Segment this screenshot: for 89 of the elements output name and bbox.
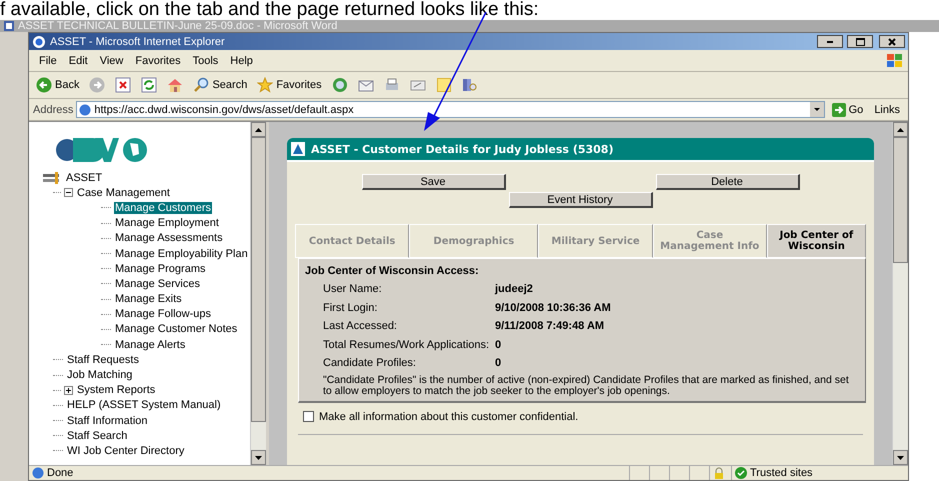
status-text: Done: [47, 467, 74, 479]
field-label: Total Resumes/Work Applications:: [323, 338, 490, 351]
tree-item[interactable]: Staff Requests: [66, 354, 140, 366]
tree-item[interactable]: Job Matching: [66, 369, 134, 382]
field-value: 0: [495, 338, 502, 351]
address-field[interactable]: https://acc.dwd.wisconsin.gov/dws/asset/default.aspx: [76, 101, 825, 118]
tree-item[interactable]: Manage Follow-ups: [114, 308, 212, 320]
scroll-thumb[interactable]: [893, 137, 908, 264]
stop-icon: [115, 77, 132, 93]
tree-item[interactable]: Manage Customers: [114, 202, 212, 214]
printer-icon: [384, 77, 400, 93]
section-title: Job Center of Wisconsin Access:: [305, 265, 480, 277]
links-button[interactable]: Links: [870, 104, 904, 116]
tree-item[interactable]: Manage Employability Plan: [114, 248, 249, 260]
go-arrow-icon: [832, 102, 846, 116]
page-icon: [79, 104, 92, 116]
field-label: Candidate Profiles:: [323, 357, 417, 370]
expand-toggle-icon[interactable]: [64, 386, 73, 395]
word-app-icon: [4, 21, 14, 31]
tree-item[interactable]: Staff Search: [66, 430, 128, 442]
menu-item[interactable]: Favorites: [129, 54, 187, 66]
address-label: Address: [33, 104, 74, 116]
tree-item[interactable]: Manage Exits: [114, 293, 183, 306]
security-zone: Trusted sites: [750, 467, 813, 479]
scroll-down-icon[interactable]: [255, 456, 262, 460]
document-text: f available, click on the tab and the page returned looks like this:: [0, 0, 540, 20]
checkbox[interactable]: [303, 411, 314, 422]
padlock-icon: [713, 467, 725, 479]
books-icon: [462, 77, 478, 93]
tree-root-icon: [43, 172, 61, 184]
save-button[interactable]: Save: [362, 174, 506, 190]
field-label: User Name:: [323, 283, 383, 296]
page-icon: [32, 467, 44, 479]
search-icon: [193, 77, 210, 93]
tree-item[interactable]: Case Management: [76, 186, 171, 199]
field-label: Last Accessed:: [323, 320, 398, 332]
field-label: First Login:: [323, 302, 378, 314]
menu-item[interactable]: View: [94, 54, 130, 66]
scroll-up-icon[interactable]: [255, 128, 262, 132]
toolbar-button[interactable]: Search: [190, 77, 250, 93]
tree-item[interactable]: Manage Assessments: [114, 232, 224, 244]
star-icon: [257, 77, 274, 93]
scroll-thumb[interactable]: [251, 137, 266, 422]
note-icon: [436, 77, 452, 93]
scroll-up-icon[interactable]: [897, 128, 904, 132]
tree-item[interactable]: HELP (ASSET System Manual): [66, 399, 222, 412]
maximize-icon: [856, 38, 864, 46]
field-value: judeej2: [495, 283, 534, 296]
tree-item[interactable]: Manage Services: [114, 278, 201, 290]
note-text: "Candidate Profiles" is the number of active (non-expired) Candidate Profiles that are marked as finished, and set to allow employers to match the job seeker to the employer's job openings.: [322, 374, 850, 396]
windows-logo-icon: [886, 52, 904, 68]
menu-item[interactable]: Edit: [62, 54, 94, 66]
tree-item[interactable]: WI Job Center Directory: [66, 444, 186, 457]
minimize-icon: [827, 40, 833, 42]
event-history-button[interactable]: Event History: [508, 192, 652, 208]
tree-item[interactable]: Manage Programs: [114, 262, 206, 275]
tree-item[interactable]: ASSET: [65, 172, 104, 184]
tree-item[interactable]: Manage Alerts: [114, 338, 186, 351]
refresh-icon: [141, 77, 158, 93]
maximize-button[interactable]: [847, 35, 873, 48]
scroll-down-icon[interactable]: [897, 456, 904, 460]
toolbar-button[interactable]: Back: [33, 77, 82, 93]
tab[interactable]: Job Center of Wisconsin: [766, 224, 866, 258]
tree-item[interactable]: Manage Customer Notes: [114, 323, 238, 336]
word-window-title: ASSET TECHNICAL BULLETIN-June 25-09.doc - Microsoft Word: [18, 20, 338, 32]
collapse-toggle-icon[interactable]: [64, 188, 73, 198]
browser-icon: [32, 34, 46, 48]
menu-item[interactable]: File: [33, 54, 63, 66]
tree-item[interactable]: System Reports: [76, 384, 156, 396]
delete-button[interactable]: Delete: [656, 174, 800, 190]
toolbar-button[interactable]: Favorites: [254, 77, 325, 93]
close-button[interactable]: [879, 35, 905, 48]
minimize-button[interactable]: [817, 35, 843, 48]
checkbox-label: Make all information about this customer confidential.: [319, 410, 578, 422]
field-value: 0: [495, 357, 502, 370]
window-title: ASSET - Microsoft Internet Explorer: [50, 36, 226, 48]
tree-item[interactable]: Staff Information: [66, 414, 149, 427]
menu-item[interactable]: Tools: [186, 54, 224, 66]
menu-item[interactable]: Help: [224, 54, 259, 66]
media-icon: [332, 77, 348, 93]
panel-title: ASSET - Customer Details for Judy Jobless (5308): [311, 142, 614, 156]
tree-item[interactable]: Manage Employment: [114, 217, 220, 230]
close-icon: [888, 38, 896, 46]
house-icon: [167, 77, 184, 93]
field-value: 9/11/2008 7:49:48 AM: [495, 320, 606, 332]
check-icon: [735, 467, 747, 479]
go-button[interactable]: Go: [828, 102, 868, 116]
asset-logo-icon: [291, 142, 305, 156]
field-value: 9/10/2008 10:36:36 AM: [495, 302, 612, 314]
